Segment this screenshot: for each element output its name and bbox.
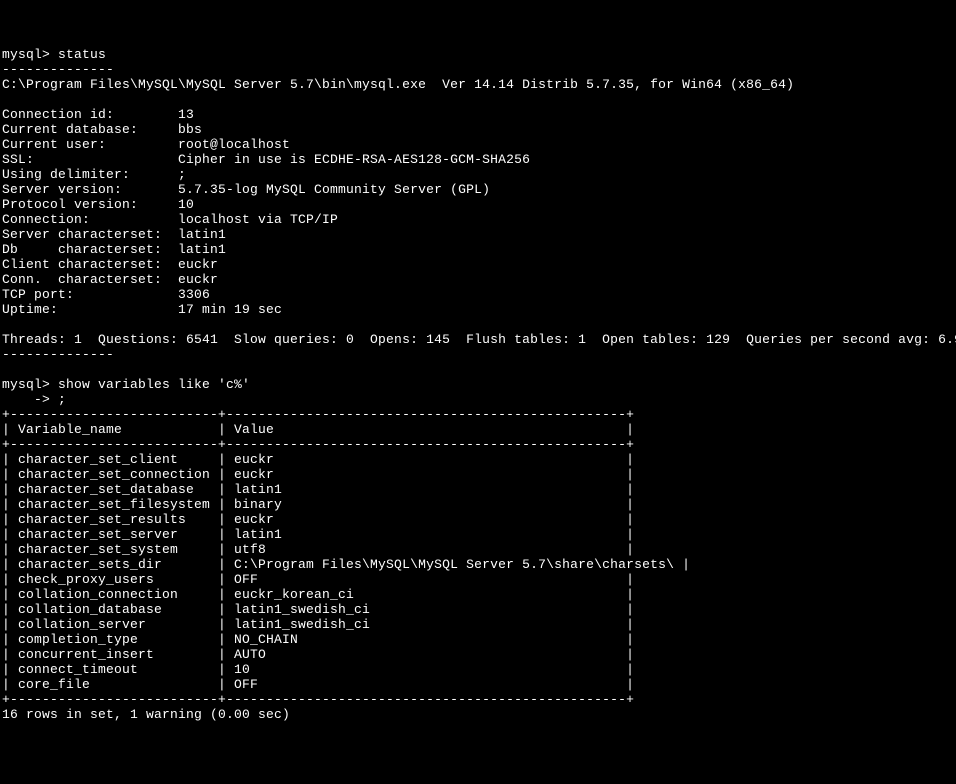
terminal-output[interactable]: mysql> status -------------- C:\Program … — [2, 47, 954, 722]
